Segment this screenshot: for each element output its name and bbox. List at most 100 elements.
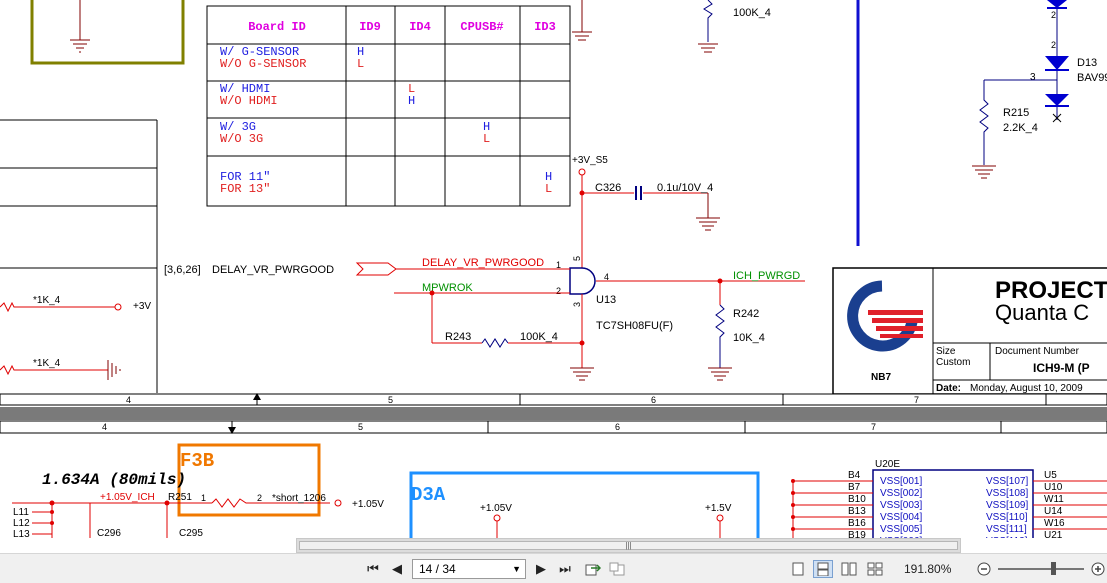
- scrollbar-thumb[interactable]: |||: [299, 541, 958, 550]
- ic-u20e-pins: B4 VSS[001] VSS[107] U5 B7 VSS[002] VSS[108] U1…: [791, 470, 1107, 538]
- resistor-r251: R251: [168, 492, 192, 503]
- resistor-r215: R215: [1003, 107, 1029, 119]
- goto-previous-view-icon[interactable]: [584, 560, 602, 578]
- capacitor-c296: C296: [97, 528, 121, 538]
- resistor-r243-value: 100K_4: [520, 331, 558, 343]
- net-1v05-ich: +1.05V_ICH: [100, 492, 155, 503]
- pin-name-left: VSS[001]: [880, 476, 922, 487]
- page-number: 14 / 34: [419, 562, 456, 576]
- gate-u13: [569, 267, 596, 295]
- table-row-13inch: FOR 13": [220, 182, 270, 196]
- pin-number-left: B13: [848, 506, 866, 517]
- document-date: Monday, August 10, 2009: [970, 383, 1083, 394]
- project-code: NB7: [871, 372, 891, 383]
- facing-view-icon[interactable]: [840, 560, 858, 578]
- svg-text:2: 2: [1051, 40, 1056, 50]
- pin-name-left: VSS[003]: [880, 500, 922, 511]
- sheet-ref: [3,6,26]: [164, 264, 201, 276]
- resistor-1k-b: *1K_4: [33, 358, 61, 369]
- pin-name-right: VSS[111]: [986, 524, 1027, 535]
- resistor-r215-value: 2.2K_4: [1003, 122, 1038, 134]
- capacitor-c295: C295: [179, 528, 203, 538]
- table-header-id3: ID3: [534, 20, 556, 34]
- zoom-out-icon[interactable]: [976, 560, 992, 578]
- continuous-facing-view-icon[interactable]: [866, 560, 884, 578]
- pin-name-left: VSS[004]: [880, 512, 922, 523]
- pin-name-right: VSS[112]: [986, 536, 1028, 538]
- input-port-arrow: [355, 262, 397, 276]
- svg-text:L11: L11: [13, 507, 29, 518]
- page-selector[interactable]: 14 / 34 ▼: [412, 559, 526, 579]
- goto-next-view-icon[interactable]: [608, 560, 626, 578]
- svg-text:Size: Size: [936, 346, 956, 357]
- quanta-logo: [847, 280, 923, 352]
- table-row-hdmi-without: W/O HDMI: [220, 94, 278, 108]
- current-note: 1.634A (80mils): [42, 471, 186, 489]
- company-name: Quanta C: [995, 300, 1089, 325]
- resistor-r242-value: 10K_4: [733, 332, 765, 344]
- svg-text:Date:: Date:: [936, 383, 961, 394]
- svg-text:7: 7: [914, 395, 919, 405]
- ground-symbol: [70, 39, 90, 53]
- pin-name-left: VSS[005]: [880, 524, 922, 535]
- gate-part: TC7SH08FU(F): [596, 320, 673, 332]
- pin-name-right: VSS[107]: [986, 476, 1028, 487]
- left-grid: [0, 119, 158, 393]
- zoom-slider-thumb[interactable]: [1051, 562, 1056, 575]
- junction-dot: [791, 503, 795, 507]
- pin-number-left: B7: [848, 482, 861, 493]
- table-header-cpusb: CPUSB#: [460, 20, 503, 34]
- svg-text:6: 6: [615, 422, 620, 432]
- svg-text:Custom: Custom: [936, 357, 970, 368]
- ic-u20e: U20E: [875, 459, 900, 470]
- power-1v05: +1.05V: [352, 499, 384, 510]
- first-page-button[interactable]: ⏮: [366, 560, 380, 578]
- pin-number-left: B4: [848, 470, 861, 481]
- last-page-button[interactable]: ⏭: [557, 560, 573, 578]
- table-cell-id4-h: H: [408, 94, 415, 108]
- svg-text:+1.5V: +1.5V: [705, 503, 732, 514]
- note-d3a: D3A: [411, 484, 446, 506]
- single-page-view-icon[interactable]: [790, 560, 806, 578]
- pin-number-left: B16: [848, 518, 866, 529]
- power-3v-s5: +3V_S5: [572, 155, 608, 166]
- zoom-in-icon[interactable]: [1090, 560, 1106, 578]
- next-page-button[interactable]: ▶: [534, 560, 548, 578]
- continuous-view-icon[interactable]: [813, 560, 833, 578]
- table-cell-cpusb-l: L: [483, 132, 490, 146]
- svg-text:7: 7: [871, 422, 876, 432]
- net-delay-vr-pwrgood: DELAY_VR_PWRGOOD: [422, 257, 544, 269]
- title-block: NB7 PROJECT Quanta C Size Custom Documen…: [832, 267, 1107, 395]
- horizontal-scrollbar[interactable]: |||: [296, 538, 961, 553]
- svg-text:Document Number: Document Number: [995, 346, 1080, 357]
- capacitor-c326-value: 0.1u/10V_4: [657, 182, 713, 194]
- viewer-toolbar: ⏮ ◀ 14 / 34 ▼ ▶ ⏭ 191.80%: [0, 553, 1107, 583]
- short-jumper: *short_1206: [272, 493, 326, 504]
- svg-text:2: 2: [257, 493, 262, 503]
- previous-page-button[interactable]: ◀: [390, 560, 404, 578]
- gate-ref: U13: [596, 294, 616, 306]
- svg-text:3: 3: [1030, 72, 1036, 83]
- table-cell-id9-l: L: [357, 57, 364, 71]
- capacitor-c326: C326: [595, 182, 621, 194]
- diode-part: BAV99: [1077, 72, 1107, 84]
- diode-d13: [1045, 0, 1069, 123]
- ruler-bottom: 4 5 6 7: [0, 420, 1107, 434]
- pin-number-right: U5: [1044, 470, 1057, 481]
- pin-number-right: U21: [1044, 530, 1063, 538]
- pin-number-right: W16: [1044, 518, 1065, 529]
- zoom-slider[interactable]: [998, 568, 1084, 570]
- pin-number-right: U14: [1044, 506, 1063, 517]
- zoom-level: 191.80%: [904, 562, 952, 576]
- pin-number-left: B10: [848, 494, 866, 505]
- table-row-gsensor-without: W/O G-SENSOR: [220, 57, 306, 71]
- document-number: ICH9-M (P: [1033, 361, 1090, 375]
- svg-text:2: 2: [1051, 10, 1056, 20]
- table-row-3g-without: W/O 3G: [220, 132, 263, 146]
- svg-text:3: 3: [572, 302, 582, 307]
- junction-dot: [791, 479, 795, 483]
- table-header-board-id: Board ID: [248, 20, 306, 34]
- svg-text:L12: L12: [13, 518, 30, 529]
- ruler-top: 4 5 6 7: [0, 393, 1107, 406]
- svg-text:4: 4: [126, 395, 131, 405]
